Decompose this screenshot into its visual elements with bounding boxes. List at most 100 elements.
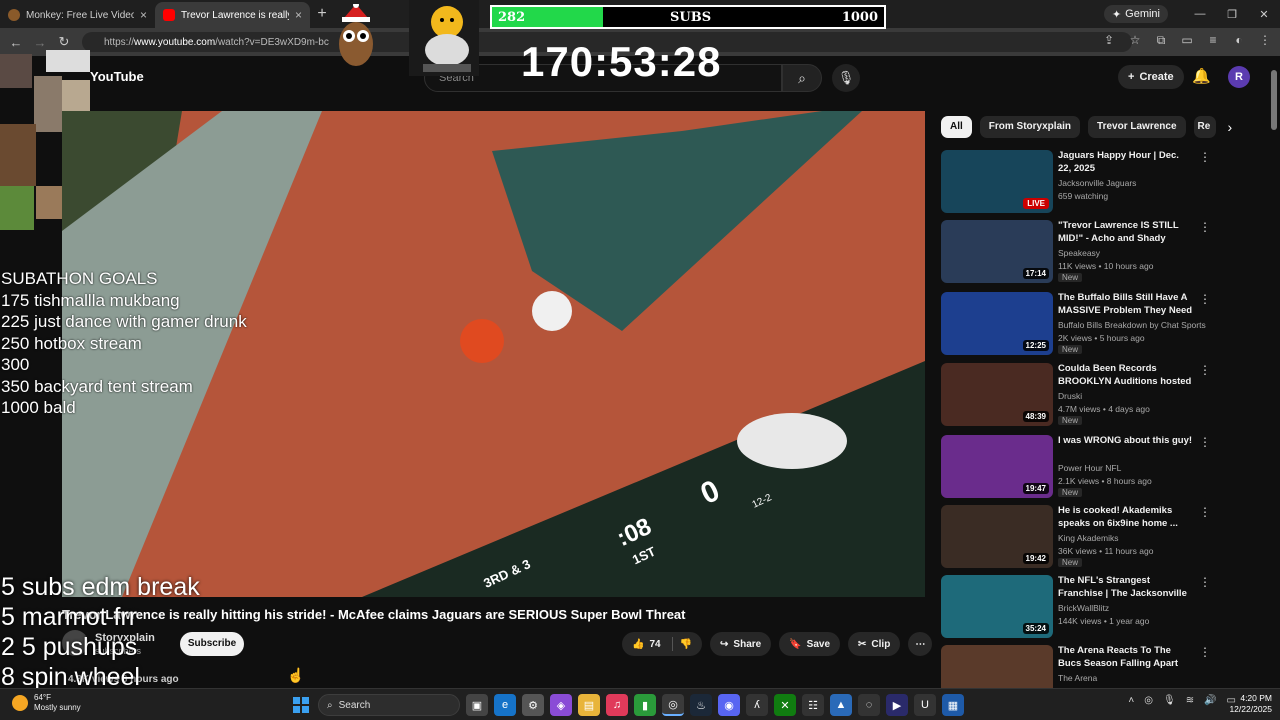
close-window-icon[interactable]: ✕	[1248, 8, 1280, 21]
video-thumbnail[interactable]: 48:39	[941, 363, 1053, 426]
sidepanel-icon[interactable]: ▭	[1178, 31, 1196, 49]
reload-icon[interactable]: ↻	[52, 34, 76, 50]
recommendation-channel[interactable]: Druski	[1058, 391, 1082, 401]
forward-icon[interactable]: →	[28, 35, 52, 50]
weather-widget[interactable]: 64°F Mostly sunny	[12, 693, 81, 713]
discord-icon[interactable]: ◉	[718, 694, 740, 716]
more-vertical-icon[interactable]: ⋮	[1199, 575, 1211, 589]
recommendation-item[interactable]: 48:39 Coulda Been Records BROOKLYN Auditi…	[941, 363, 1211, 427]
youtube-logo[interactable]: YouTube	[90, 69, 144, 84]
recommendation-channel[interactable]: BrickWallBlitz	[1058, 603, 1109, 613]
extensions-icon[interactable]: ⧉	[1152, 31, 1170, 49]
copilot-icon[interactable]: ◈	[550, 694, 572, 716]
volume-icon[interactable]: 🔊	[1204, 695, 1216, 706]
new-tab-button[interactable]: +	[310, 5, 334, 23]
recommendation-channel[interactable]: King Akademiks	[1058, 533, 1118, 543]
back-icon[interactable]: ←	[4, 35, 28, 50]
recommendation-channel[interactable]: Jacksonville Jaguars	[1058, 178, 1136, 188]
chip-all[interactable]: All	[941, 116, 972, 138]
more-vertical-icon[interactable]: ⋮	[1199, 292, 1211, 306]
install-icon[interactable]: ⇪	[1100, 31, 1118, 49]
recommendation-item[interactable]: LIVE Jaguars Happy Hour | Dec. 22, 2025 Ja…	[941, 150, 1211, 214]
recommendation-channel[interactable]: Power Hour NFL	[1058, 463, 1121, 473]
app-icon[interactable]: ☷	[802, 694, 824, 716]
recommendation-item[interactable]: 12:25 The Buffalo Bills Still Have A MASS…	[941, 292, 1211, 356]
recommendation-channel[interactable]: The Arena	[1058, 673, 1097, 683]
more-vertical-icon[interactable]: ⋮	[1199, 363, 1211, 377]
close-icon[interactable]: ×	[140, 8, 147, 22]
video-thumbnail[interactable]: 35:24	[941, 575, 1053, 638]
unreal-engine-icon[interactable]: U	[914, 694, 936, 716]
video-thumbnail[interactable]: 19:47	[941, 435, 1053, 498]
webcam-icon[interactable]: ◎	[1144, 695, 1153, 706]
tab-youtube[interactable]: Trevor Lawrence is really hi... ×	[155, 2, 310, 28]
create-button[interactable]: + Create	[1118, 65, 1184, 89]
close-icon[interactable]: ×	[295, 8, 302, 22]
search-icon[interactable]: ⌕	[782, 64, 822, 92]
recommendation-channel[interactable]: Speakeasy	[1058, 248, 1100, 258]
thumbs-down-icon[interactable]: 👎	[680, 639, 692, 650]
save-button[interactable]: 🔖 Save	[779, 632, 841, 656]
edge-icon[interactable]: e	[494, 694, 516, 716]
video-thumbnail[interactable]: 19:42	[941, 505, 1053, 568]
more-vertical-icon[interactable]: ⋮	[1199, 435, 1211, 449]
chip-from-channel[interactable]: From Storyxplain	[979, 116, 1081, 138]
video-thumbnail[interactable]: LIVE	[941, 150, 1053, 213]
microphone-icon[interactable]: 🎙	[832, 64, 860, 92]
system-clock[interactable]: 4:20 PM 12/22/2025	[1229, 693, 1272, 715]
media-icon[interactable]: ≡	[1204, 31, 1222, 49]
app-icon[interactable]: ▮	[634, 694, 656, 716]
file-explorer-icon[interactable]: ▤	[578, 694, 600, 716]
video-thumbnail[interactable]: 17:14	[941, 220, 1053, 283]
photos-icon[interactable]: ▲	[830, 694, 852, 716]
gemini-button[interactable]: ✦ Gemini	[1103, 5, 1168, 23]
minimize-icon[interactable]: —	[1184, 8, 1216, 20]
recommendation-title[interactable]: I was WRONG about this guy!	[1058, 435, 1194, 448]
profile-icon[interactable]: ◐	[1230, 31, 1248, 49]
obs-icon[interactable]: ◌	[858, 694, 880, 716]
recommendation-title[interactable]: The NFL's Strangest Franchise | The Jack…	[1058, 575, 1194, 600]
clip-button[interactable]: ✂ Clip	[848, 632, 901, 656]
recommendation-item[interactable]: 17:14 "Trevor Lawrence IS STILL MID!" - A…	[941, 220, 1211, 284]
recommendation-title[interactable]: Coulda Been Records BROOKLYN Auditions h…	[1058, 363, 1194, 388]
more-vertical-icon[interactable]: ⋮	[1199, 505, 1211, 519]
recommendation-title[interactable]: Jaguars Happy Hour | Dec. 22, 2025	[1058, 150, 1194, 175]
recommendation-channel[interactable]: Buffalo Bills Breakdown by Chat Sports	[1058, 320, 1206, 330]
account-avatar[interactable]: R	[1228, 66, 1250, 88]
recommendation-title[interactable]: The Arena Reacts To The Bucs Season Fall…	[1058, 645, 1194, 670]
more-actions-icon[interactable]: ⋯	[908, 632, 933, 656]
recommendation-title[interactable]: The Buffalo Bills Still Have A MASSIVE P…	[1058, 292, 1194, 317]
xbox-icon[interactable]: ✕	[774, 694, 796, 716]
app-icon[interactable]: ▦	[942, 694, 964, 716]
menu-icon[interactable]: ⋮	[1256, 31, 1274, 49]
recommendation-title[interactable]: "Trevor Lawrence IS STILL MID!" - Acho a…	[1058, 220, 1194, 245]
recommendation-item[interactable]: 19:47 I was WRONG about this guy! Power Ho…	[941, 435, 1211, 499]
taskbar-search[interactable]: ⌕ Search	[318, 694, 460, 716]
notifications-bell-icon[interactable]: 🔔	[1192, 67, 1211, 85]
chevron-up-icon[interactable]: ˄	[1128, 695, 1134, 706]
steam-icon[interactable]: ♨	[690, 694, 712, 716]
microphone-icon[interactable]: 🎙	[1163, 695, 1176, 706]
chrome-icon[interactable]: ◎	[662, 694, 684, 716]
share-button[interactable]: ↪ Share	[710, 632, 772, 656]
more-vertical-icon[interactable]: ⋮	[1199, 150, 1211, 164]
wifi-icon[interactable]: ≋	[1186, 695, 1194, 706]
windows-start-icon[interactable]	[290, 694, 312, 716]
video-thumbnail[interactable]: 12:25	[941, 292, 1053, 355]
scrollbar-thumb[interactable]	[1271, 70, 1277, 130]
like-button[interactable]: 👍 74 👎	[622, 632, 703, 656]
chevron-right-icon[interactable]: ›	[1228, 119, 1233, 135]
page-scrollbar[interactable]	[1270, 60, 1278, 686]
recommendation-title[interactable]: He is cooked! Akademiks speaks on 6ix9in…	[1058, 505, 1194, 530]
restore-icon[interactable]: ❐	[1216, 8, 1248, 21]
app-icon[interactable]: ʎ	[746, 694, 768, 716]
media-player-icon[interactable]: ▶	[886, 694, 908, 716]
more-vertical-icon[interactable]: ⋮	[1199, 645, 1211, 659]
chip-trevor-lawrence[interactable]: Trevor Lawrence	[1088, 116, 1186, 138]
music-icon[interactable]: ♫	[606, 694, 628, 716]
tab-monkey[interactable]: Monkey: Free Live Video Chat ... ×	[0, 2, 155, 28]
more-vertical-icon[interactable]: ⋮	[1199, 220, 1211, 234]
bookmark-star-icon[interactable]: ☆	[1126, 31, 1144, 49]
task-view-icon[interactable]: ▣	[466, 694, 488, 716]
recommendation-item[interactable]: 35:24 The NFL's Strangest Franchise | The…	[941, 575, 1211, 639]
